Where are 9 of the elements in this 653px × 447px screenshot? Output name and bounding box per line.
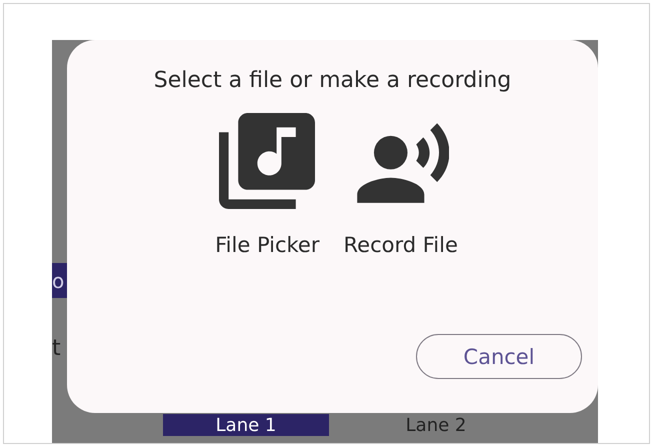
cancel-button[interactable]: Cancel — [416, 334, 582, 379]
option-button[interactable]: Record File — [344, 113, 458, 257]
background-text: t — [52, 336, 61, 360]
dialog-title: Select a file or make a recording — [154, 68, 512, 93]
lane-tab[interactable]: Lane 1 — [163, 414, 329, 436]
bar-text: o — [52, 268, 64, 292]
lane-tab[interactable]: Lane 2 — [353, 414, 519, 436]
option-button[interactable]: File Picker — [215, 113, 320, 257]
music-library-icon — [219, 113, 316, 209]
